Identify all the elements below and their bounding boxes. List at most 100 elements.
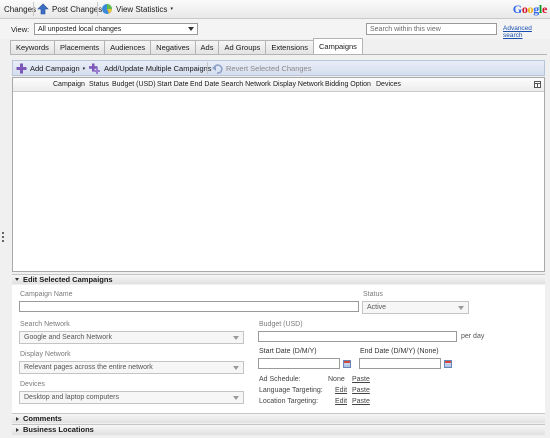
tab-panel-border (10, 54, 547, 55)
view-select[interactable]: All unposted local changes (34, 23, 198, 35)
chevron-down-icon (233, 335, 239, 340)
changes-menu[interactable]: Changes (4, 3, 36, 15)
status-label: Status (363, 291, 383, 298)
revert-label: Revert Selected Changes (226, 64, 312, 73)
chevron-down-icon (233, 365, 239, 370)
per-day-label: per day (461, 333, 485, 340)
language-targeting-label: Language Targeting: (259, 387, 323, 394)
toolbar-divider (33, 2, 34, 16)
edit-campaigns-section-header[interactable]: Edit Selected Campaigns (12, 274, 545, 284)
tab-bar: Keywords Placements Audiences Negatives … (10, 38, 363, 54)
google-logo: Google (512, 2, 548, 16)
toolbar-divider (97, 2, 98, 16)
column-header-campaign[interactable]: Campaign (53, 81, 85, 88)
status-value: Active (367, 304, 387, 311)
column-header-display-network[interactable]: Display Network (273, 81, 324, 88)
language-paste-link[interactable]: Paste (352, 387, 370, 394)
tab-extensions[interactable]: Extensions (265, 40, 314, 54)
action-divider (207, 62, 208, 74)
column-header-end-date[interactable]: End Date (190, 81, 219, 88)
campaign-action-bar: Add Campaign ▾ Add/Update Multiple Campa… (12, 60, 545, 76)
add-multiple-icon (89, 63, 100, 74)
post-changes-label: Post Changes (52, 4, 103, 14)
location-targeting-label: Location Targeting: (259, 398, 319, 405)
display-network-value: Relevant pages across the entire network (24, 364, 153, 371)
tab-keywords[interactable]: Keywords (10, 40, 55, 54)
tab-ad-groups[interactable]: Ad Groups (218, 40, 267, 54)
ad-schedule-label: Ad Schedule: (259, 376, 301, 383)
status-select[interactable]: Active (362, 301, 469, 314)
chevron-down-icon: ▾ (170, 6, 173, 12)
business-locations-title: Business Locations (23, 425, 94, 434)
top-toolbar: Changes Post Changes View Statistics ▾ G… (0, 0, 550, 19)
view-bar: View: All unposted local changes Search … (0, 19, 550, 39)
column-header-search-network[interactable]: Search Network (221, 81, 271, 88)
expand-triangle-icon (16, 417, 19, 421)
tab-audiences[interactable]: Audiences (104, 40, 152, 54)
calendar-icon[interactable] (343, 360, 351, 368)
campaign-name-label: Campaign Name (20, 291, 73, 298)
tab-placements[interactable]: Placements (53, 40, 106, 54)
campaigns-table[interactable]: Campaign Status Budget (USD) Start Date … (12, 77, 545, 272)
collapse-triangle-icon (15, 278, 19, 281)
business-locations-section-header[interactable]: Business Locations (12, 424, 545, 435)
edit-campaign-panel: Campaign Name Status Active Search Netwo… (12, 285, 545, 413)
view-label: View: (11, 25, 30, 34)
view-statistics-label: View Statistics (116, 4, 168, 14)
devices-value: Desktop and laptop computers (24, 394, 119, 401)
chevron-down-icon (458, 305, 464, 310)
advanced-search-link[interactable]: Advanced search (503, 25, 550, 39)
display-network-select[interactable]: Relevant pages across the entire network (19, 361, 244, 374)
column-chooser-icon[interactable] (534, 81, 541, 88)
view-statistics-button[interactable]: View Statistics ▾ (101, 3, 173, 15)
tab-ads[interactable]: Ads (194, 40, 220, 54)
add-update-multiple-button[interactable]: Add/Update Multiple Campaigns (88, 63, 212, 74)
view-select-value: All unposted local changes (38, 25, 122, 33)
column-header-budget[interactable]: Budget (USD) (112, 81, 156, 88)
column-header-status[interactable]: Status (89, 81, 109, 88)
edit-section-title: Edit Selected Campaigns (23, 275, 113, 284)
add-plus-icon (16, 63, 27, 74)
calendar-icon[interactable] (444, 360, 452, 368)
column-header-start-date[interactable]: Start Date (157, 81, 189, 88)
end-date-label: End Date (D/M/Y) (None) (360, 348, 439, 355)
post-changes-button[interactable]: Post Changes (37, 3, 102, 15)
table-header: Campaign Status Budget (USD) Start Date … (13, 78, 544, 92)
tab-campaigns[interactable]: Campaigns (313, 38, 363, 54)
search-network-select[interactable]: Google and Search Network (19, 331, 244, 344)
comments-section-header[interactable]: Comments (12, 413, 545, 423)
search-placeholder: Search within this view (370, 25, 441, 33)
column-header-devices[interactable]: Devices (376, 81, 401, 88)
devices-select[interactable]: Desktop and laptop computers (19, 391, 244, 404)
upload-arrow-icon (37, 3, 49, 15)
changes-label: Changes (4, 4, 37, 14)
tab-negatives[interactable]: Negatives (150, 40, 196, 54)
location-edit-link[interactable]: Edit (335, 398, 347, 405)
chevron-down-icon: ▾ (82, 65, 86, 72)
revert-changes-button[interactable]: Revert Selected Changes (212, 63, 311, 74)
add-update-multiple-label: Add/Update Multiple Campaigns (104, 64, 212, 73)
start-date-label: Start Date (D/M/Y) (259, 348, 317, 355)
chevron-down-icon (188, 27, 194, 31)
revert-arrow-icon (212, 63, 223, 74)
ad-schedule-paste-link[interactable]: Paste (352, 376, 370, 383)
campaign-name-field[interactable] (19, 301, 359, 312)
search-input[interactable]: Search within this view (366, 23, 497, 35)
budget-label: Budget (USD) (259, 321, 303, 328)
add-campaign-button[interactable]: Add Campaign ▾ (16, 63, 85, 74)
search-network-label: Search Network (20, 321, 70, 328)
comments-title: Comments (23, 414, 62, 423)
expand-triangle-icon (16, 428, 19, 432)
chevron-down-icon (233, 395, 239, 400)
statistics-globe-icon (102, 4, 112, 14)
location-paste-link[interactable]: Paste (352, 398, 370, 405)
column-header-bidding-option[interactable]: Bidding Option (325, 81, 371, 88)
end-date-field[interactable] (359, 358, 441, 369)
language-edit-link[interactable]: Edit (335, 387, 347, 394)
devices-label: Devices (20, 381, 45, 388)
display-network-label: Display Network (20, 351, 71, 358)
splitter-handle[interactable] (2, 232, 5, 244)
start-date-field[interactable] (258, 358, 340, 369)
add-campaign-label: Add Campaign (30, 64, 80, 73)
budget-field[interactable] (258, 331, 457, 342)
